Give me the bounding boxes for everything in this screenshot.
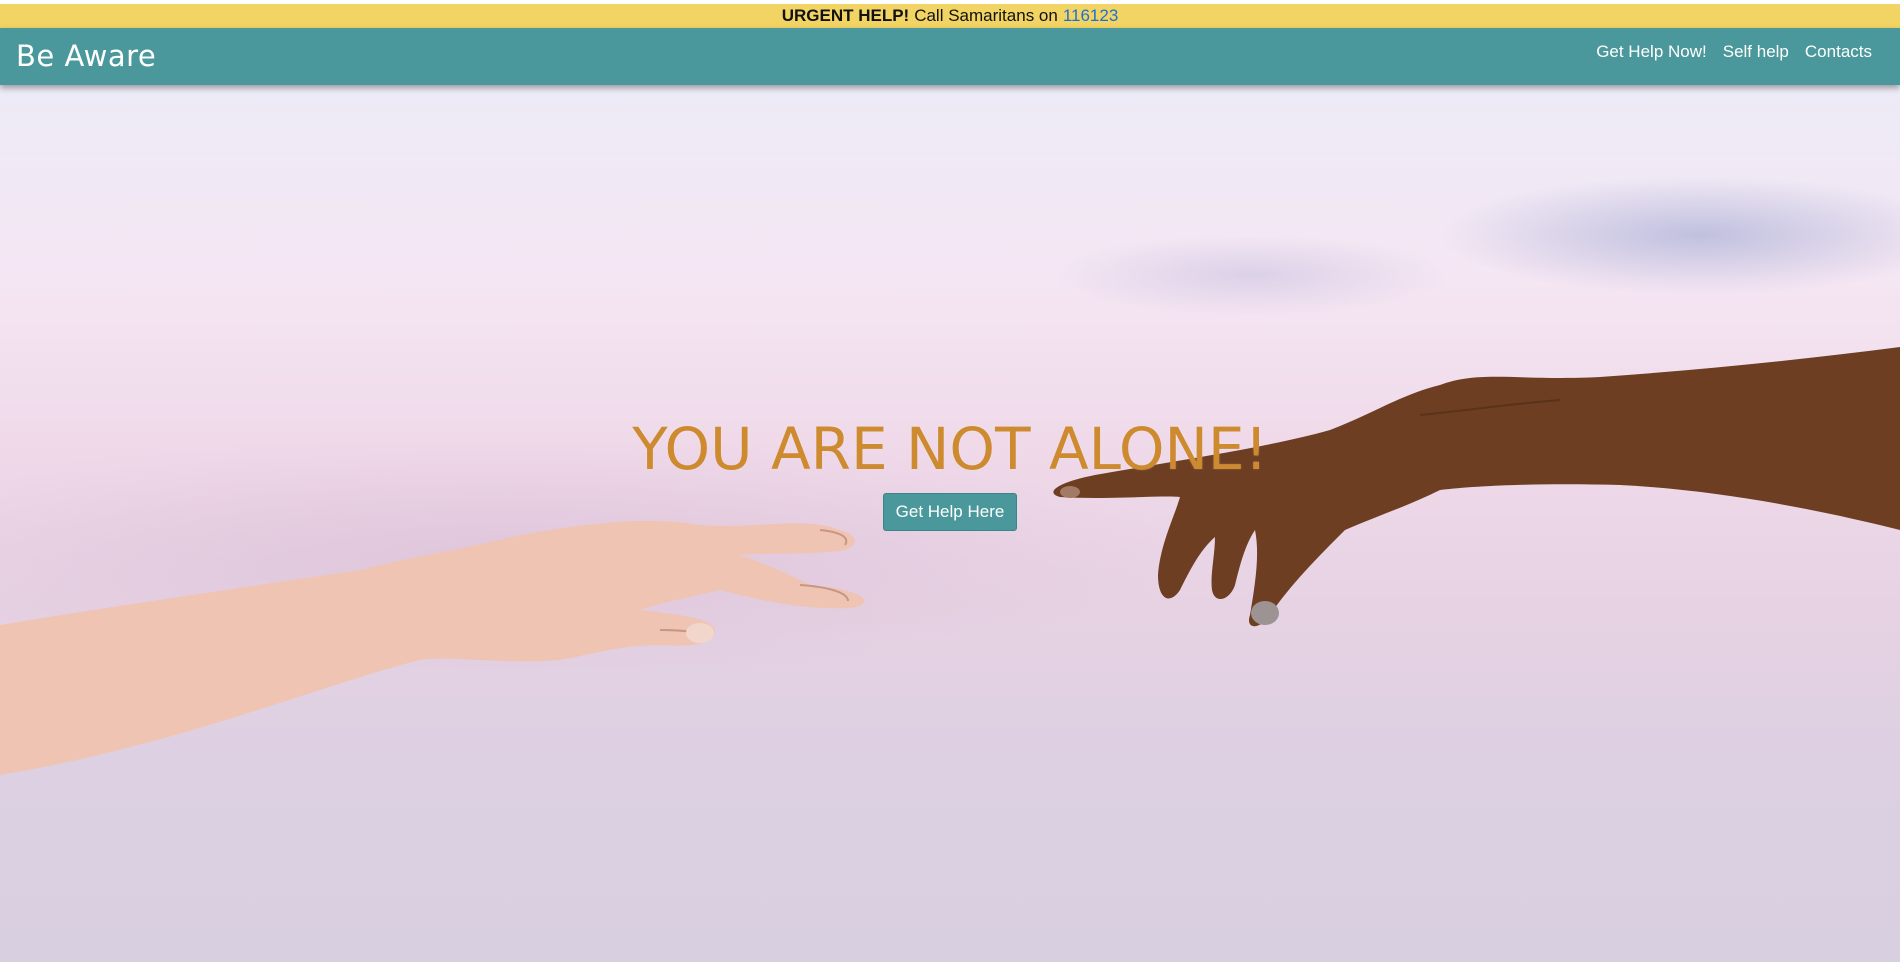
navbar: Be Aware Get Help Now! Self help Contact…	[0, 28, 1900, 85]
hero-title: YOU ARE NOT ALONE!	[632, 415, 1268, 483]
urgent-label: URGENT HELP!	[781, 6, 910, 25]
get-help-here-button[interactable]: Get Help Here	[882, 493, 1018, 531]
left-hand-illustration	[0, 520, 865, 775]
samaritans-phone-link[interactable]: 116123	[1063, 6, 1118, 26]
hero-content: YOU ARE NOT ALONE! Get Help Here	[0, 415, 1900, 531]
brand-logo[interactable]: Be Aware	[16, 39, 156, 73]
nav-link-self-help[interactable]: Self help	[1723, 42, 1789, 62]
hero-section: YOU ARE NOT ALONE! Get Help Here	[0, 85, 1900, 962]
nav-link-get-help-now[interactable]: Get Help Now!	[1596, 42, 1707, 62]
urgent-help-banner: URGENT HELP! Call Samaritans on 116123	[0, 4, 1900, 28]
nav-links: Get Help Now! Self help Contacts	[1580, 42, 1872, 62]
urgent-text: Call Samaritans on	[914, 6, 1058, 25]
nav-link-contacts[interactable]: Contacts	[1805, 42, 1872, 62]
